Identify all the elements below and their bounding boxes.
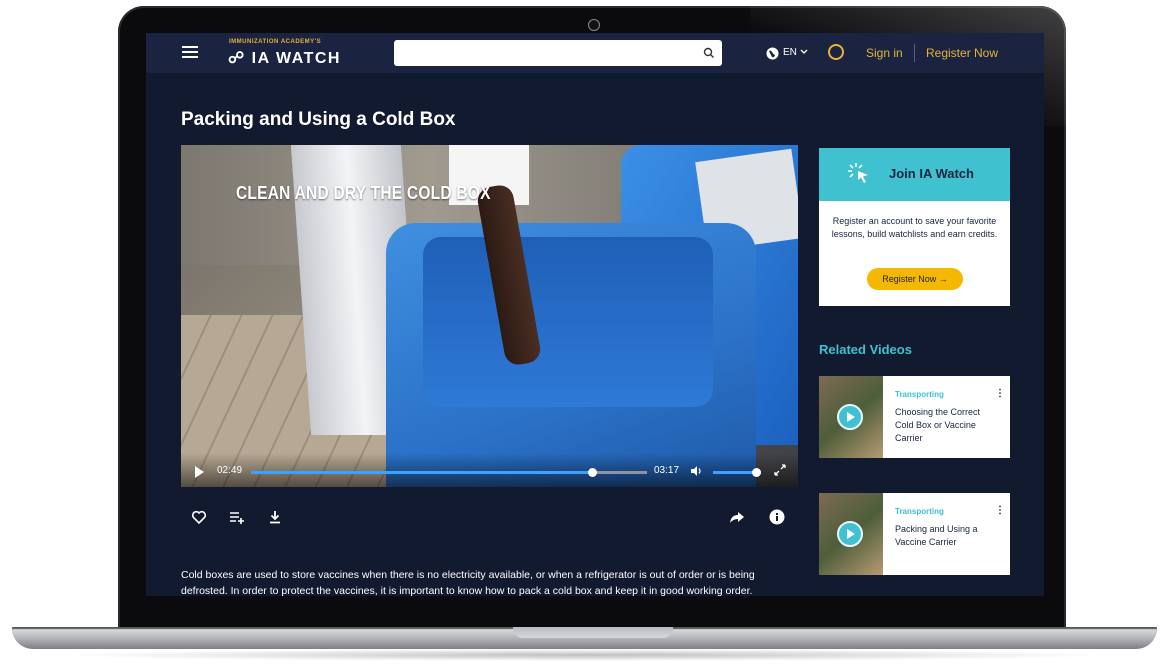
download-icon[interactable] bbox=[267, 509, 283, 525]
info-icon[interactable] bbox=[769, 509, 785, 525]
related-video-thumbnail[interactable] bbox=[819, 376, 883, 458]
join-card: Join IA Watch Register an account to sav… bbox=[819, 148, 1010, 306]
cursor-click-icon bbox=[848, 163, 868, 183]
volume-icon[interactable] bbox=[690, 465, 704, 477]
globe-logo-icon: ☍ bbox=[228, 50, 246, 67]
logo-text: IA WATCH bbox=[251, 50, 341, 67]
video-caption: CLEAN AND DRY THE COLD BOX bbox=[236, 183, 491, 203]
search-icon[interactable] bbox=[702, 46, 716, 60]
screen: IMMUNIZATION ACADEMY'S ☍ IA WATCH EN Sig… bbox=[146, 33, 1044, 596]
current-time: 02:49 bbox=[217, 465, 243, 476]
volume-fill bbox=[713, 471, 757, 474]
laptop-notch bbox=[513, 627, 673, 638]
related-video-title[interactable]: Choosing the Correct Cold Box or Vaccine… bbox=[895, 406, 995, 445]
progress-handle[interactable] bbox=[587, 468, 597, 477]
top-navbar: IMMUNIZATION ACADEMY'S ☍ IA WATCH EN Sig… bbox=[146, 33, 1044, 73]
page-title: Packing and Using a Cold Box bbox=[181, 109, 456, 130]
play-circle-icon[interactable] bbox=[837, 404, 863, 430]
register-link[interactable]: Register Now bbox=[926, 46, 998, 60]
video-player[interactable]: CLEAN AND DRY THE COLD BOX bbox=[181, 145, 798, 487]
register-now-button[interactable]: Register Now → bbox=[867, 268, 963, 290]
sign-in-link[interactable]: Sign in bbox=[866, 46, 903, 60]
video-controls: 02:49 03:17 bbox=[181, 453, 798, 487]
search-input[interactable] bbox=[394, 40, 722, 66]
video-scene-box-interior bbox=[423, 237, 713, 407]
progress-fill bbox=[251, 471, 592, 474]
chevron-down-icon[interactable] bbox=[800, 48, 808, 56]
related-video-category[interactable]: Transporting bbox=[895, 507, 944, 516]
more-options-icon[interactable]: ⋮ bbox=[995, 388, 1005, 399]
playlist-add-icon[interactable] bbox=[229, 509, 245, 525]
volume-handle[interactable] bbox=[752, 468, 762, 477]
related-video-category[interactable]: Transporting bbox=[895, 390, 944, 399]
join-card-header: Join IA Watch bbox=[819, 148, 1010, 201]
video-description: Cold boxes are used to store vaccines wh… bbox=[181, 569, 755, 596]
menu-icon[interactable] bbox=[182, 46, 198, 58]
related-video-card[interactable]: Transporting Choosing the Correct Cold B… bbox=[819, 376, 1010, 458]
logo-subtitle: IMMUNIZATION ACADEMY'S bbox=[229, 39, 322, 45]
language-selector[interactable]: EN bbox=[783, 47, 797, 58]
user-avatar-icon[interactable] bbox=[828, 44, 844, 60]
total-time: 03:17 bbox=[654, 465, 680, 476]
related-video-card[interactable]: Transporting Packing and Using a Vaccine… bbox=[819, 493, 1010, 575]
related-video-title[interactable]: Packing and Using a Vaccine Carrier bbox=[895, 523, 995, 549]
share-icon[interactable] bbox=[729, 509, 745, 525]
play-icon[interactable] bbox=[195, 466, 204, 478]
logo[interactable]: ☍ IA WATCH bbox=[228, 48, 341, 68]
laptop-shadow bbox=[60, 649, 1110, 661]
volume-slider[interactable] bbox=[713, 468, 762, 477]
camera-icon bbox=[588, 19, 600, 31]
related-video-thumbnail[interactable] bbox=[819, 493, 883, 575]
video-actions bbox=[181, 503, 798, 533]
globe-icon[interactable] bbox=[766, 47, 779, 60]
nav-divider bbox=[914, 44, 915, 62]
related-videos-title: Related Videos bbox=[819, 342, 912, 357]
heart-icon[interactable] bbox=[191, 509, 207, 525]
progress-bar[interactable] bbox=[251, 468, 647, 477]
more-options-icon[interactable]: ⋮ bbox=[995, 505, 1005, 516]
fullscreen-icon[interactable] bbox=[774, 464, 786, 476]
join-card-title: Join IA Watch bbox=[889, 166, 974, 181]
play-circle-icon[interactable] bbox=[837, 521, 863, 547]
join-card-text: Register an account to save your favorit… bbox=[831, 216, 998, 239]
